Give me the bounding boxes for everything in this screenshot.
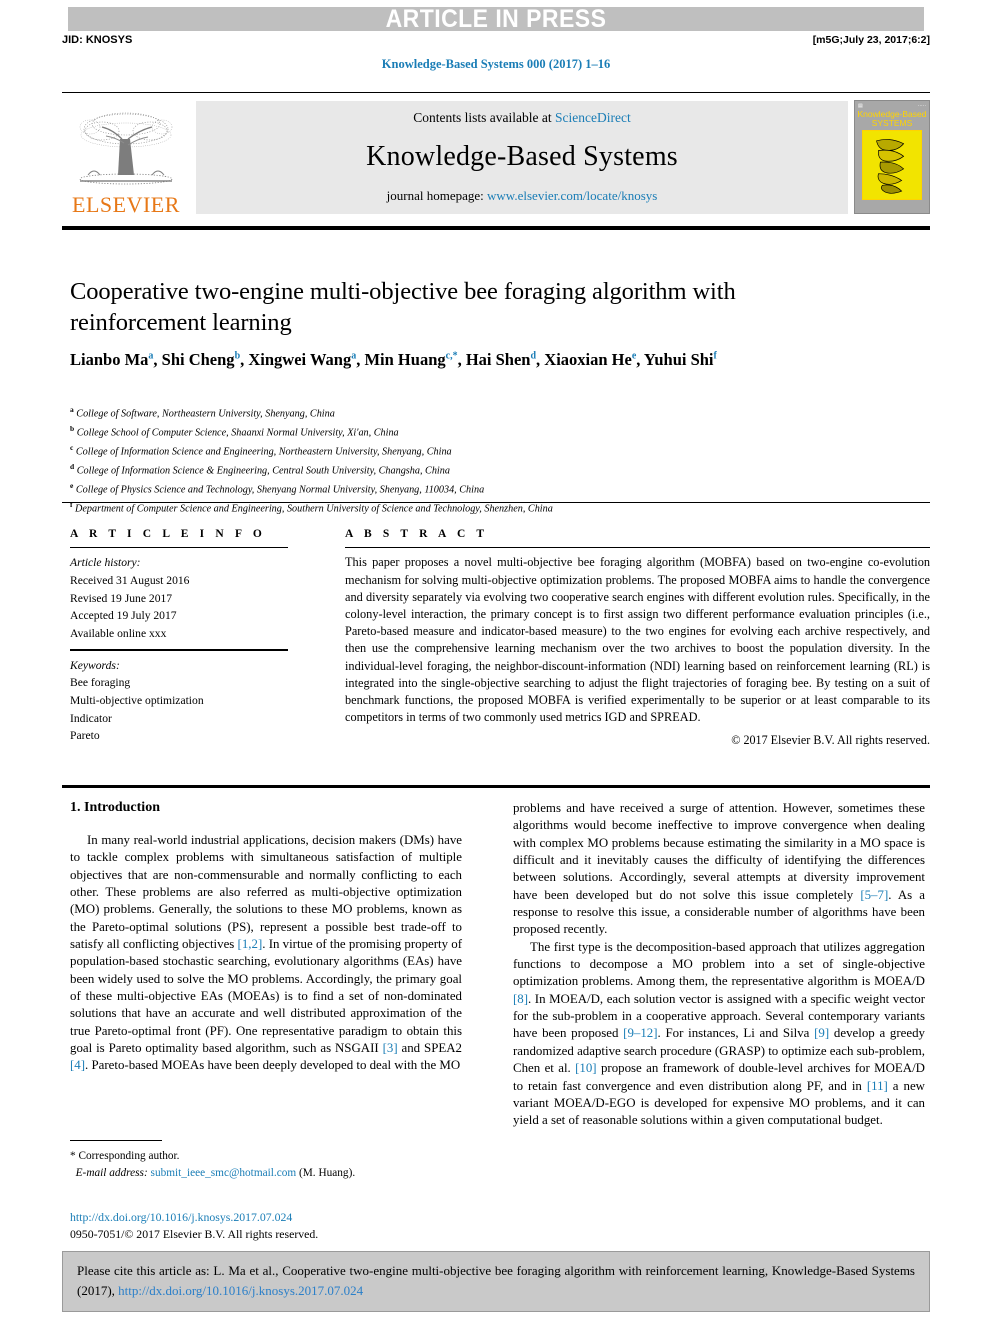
affiliation-mark: c bbox=[70, 442, 74, 452]
journal-title: Knowledge-Based Systems bbox=[366, 141, 678, 172]
abstract-text: This paper proposes a novel multi-object… bbox=[345, 555, 930, 725]
email-owner: (M. Huang). bbox=[299, 1167, 356, 1180]
journal-masthead: ELSEVIER Contents lists available at Sci… bbox=[62, 92, 930, 219]
elsevier-wordmark: ELSEVIER bbox=[72, 192, 180, 217]
article-doi[interactable]: http://dx.doi.org/10.1016/j.knosys.2017.… bbox=[70, 1209, 490, 1226]
keywords-rule bbox=[70, 649, 288, 651]
article-info-label: A R T I C L E I N F O bbox=[70, 528, 266, 540]
affiliation-mark: b bbox=[70, 423, 75, 433]
article-info-rule bbox=[70, 547, 288, 549]
abstract-bottom-rule bbox=[62, 785, 930, 788]
journal-reference-line: Knowledge-Based Systems 000 (2017) 1–16 bbox=[381, 57, 611, 71]
journal-cover-thumbnail: ▤ ····· Knowledge-Based SYSTEMS bbox=[854, 100, 930, 214]
keyword-item: Indicator bbox=[70, 711, 112, 725]
homepage-line: journal homepage: www.elsevier.com/locat… bbox=[387, 188, 658, 204]
abstract-label: A B S T R A C T bbox=[345, 528, 489, 540]
cover-artwork bbox=[862, 129, 922, 200]
email-link[interactable]: submit_ieee_smc@hotmail.com bbox=[151, 1167, 297, 1179]
elsevier-tree-icon bbox=[79, 112, 173, 185]
cite-doi-link[interactable]: http://dx.doi.org/10.1016/j.knosys.2017.… bbox=[118, 1283, 363, 1298]
affiliation-text: Department of Computer Science and Engin… bbox=[75, 502, 553, 514]
history-item: Revised 19 June 2017 bbox=[70, 591, 173, 605]
author-list: Lianbo Maa, Shi Chengb, Xingwei Wanga, M… bbox=[70, 350, 717, 369]
article-page: ARTICLE IN PRESS JID: KNOSYS [m5G;July 2… bbox=[0, 0, 992, 1323]
cover-title-line2: SYSTEMS bbox=[871, 117, 913, 128]
masthead-bottom-rule bbox=[62, 226, 930, 230]
homepage-prefix: journal homepage: bbox=[386, 188, 488, 203]
keyword-item: Bee foraging bbox=[70, 676, 131, 690]
history-item: Available online xxx bbox=[70, 626, 167, 640]
contents-prefix: Contents lists available at bbox=[413, 110, 555, 125]
email-note: E-mail address: submit_ieee_smc@hotmail.… bbox=[70, 1165, 462, 1182]
journal-homepage-link[interactable]: www.elsevier.com/locate/knosys bbox=[487, 188, 657, 203]
article-in-press-label: ARTICLE IN PRESS bbox=[385, 5, 607, 33]
keyword-item: Multi-objective optimization bbox=[70, 694, 204, 708]
journal-id: JID: KNOSYS bbox=[62, 34, 133, 46]
body-column-right: problems and have received a surge of at… bbox=[513, 800, 925, 1130]
page-title: Cooperative two-engine multi-objective b… bbox=[70, 278, 736, 336]
article-in-press-banner: ARTICLE IN PRESS bbox=[68, 5, 924, 33]
affiliation-item: a College of Software, Northeastern Univ… bbox=[70, 404, 890, 423]
email-label: E-mail address: bbox=[75, 1167, 148, 1180]
contents-line: Contents lists available at ScienceDirec… bbox=[413, 110, 630, 126]
affiliation-mark: e bbox=[70, 480, 74, 490]
typesetting-stamp: [m5G;July 23, 2017;6:2] bbox=[812, 34, 930, 46]
info-section-top-rule bbox=[62, 502, 930, 503]
history-item: Received 31 August 2016 bbox=[70, 574, 190, 587]
issn-copyright-line: 0950-7051/© 2017 Elsevier B.V. All right… bbox=[70, 1226, 319, 1241]
cover-journal-name: Knowledge-Based SYSTEMS bbox=[855, 110, 929, 128]
corresponding-author-note: * Corresponding author. bbox=[70, 1150, 180, 1163]
affiliation-item: c College of Information Science and Eng… bbox=[70, 442, 890, 461]
affiliation-mark: d bbox=[70, 461, 75, 471]
article-history-block: Article history: Received 31 August 2016… bbox=[70, 554, 288, 642]
section-heading-introduction: 1. Introduction bbox=[70, 800, 160, 815]
affiliation-mark: f bbox=[70, 499, 73, 509]
footnote-block: * Corresponding author. E-mail address: … bbox=[70, 1140, 462, 1182]
keywords-label: Keywords: bbox=[70, 658, 120, 672]
affiliation-mark: a bbox=[70, 405, 74, 414]
abstract-rule bbox=[345, 547, 930, 549]
keyword-item: Pareto bbox=[70, 729, 100, 743]
affiliation-text: College of Information Science and Engin… bbox=[75, 446, 452, 458]
cover-helix-icon bbox=[876, 138, 905, 194]
abstract-copyright: © 2017 Elsevier B.V. All rights reserved… bbox=[731, 733, 930, 748]
sciencedirect-link[interactable]: ScienceDirect bbox=[555, 110, 631, 125]
journal-id-row: JID: KNOSYS [m5G;July 23, 2017;6:2] bbox=[62, 34, 930, 46]
cover-header-strip: ▤ ····· bbox=[855, 101, 929, 109]
journal-banner: Contents lists available at ScienceDirec… bbox=[196, 101, 848, 214]
intro-paragraph-right-2: The first type is the decomposition-base… bbox=[513, 939, 926, 1128]
affiliation-text: College of Physics Science and Technolog… bbox=[75, 484, 485, 496]
keywords-block: Keywords: Bee foraging Multi-objective o… bbox=[70, 657, 288, 745]
intro-paragraph-right-1: problems and have received a surge of at… bbox=[513, 801, 925, 937]
footnote-rule bbox=[70, 1140, 162, 1142]
history-item: Accepted 19 July 2017 bbox=[70, 609, 177, 623]
article-info-column: A R T I C L E I N F O Article history: R… bbox=[70, 528, 288, 745]
affiliation-text: College of Information Science & Enginee… bbox=[76, 465, 450, 477]
body-column-left: 1. Introduction In many real-world indus… bbox=[70, 800, 462, 1075]
affiliation-list: a College of Software, Northeastern Univ… bbox=[70, 404, 890, 517]
affiliation-text: College School of Computer Science, Shaa… bbox=[76, 427, 399, 439]
abstract-column: A B S T R A C T This paper proposes a no… bbox=[345, 528, 930, 748]
elsevier-logo: ELSEVIER bbox=[62, 97, 190, 219]
cite-this-article-box: Please cite this article as: L. Ma et al… bbox=[62, 1251, 930, 1313]
affiliation-item: e College of Physics Science and Technol… bbox=[70, 480, 890, 499]
affiliation-item: b College School of Computer Science, Sh… bbox=[70, 423, 890, 442]
affiliation-text: College of Software, Northeastern Univer… bbox=[76, 408, 335, 420]
affiliation-item: d College of Information Science & Engin… bbox=[70, 461, 890, 480]
doi-block: http://dx.doi.org/10.1016/j.knosys.2017.… bbox=[70, 1209, 490, 1243]
intro-paragraph-left: In many real-world industrial applicatio… bbox=[70, 833, 463, 1073]
article-history-label: Article history: bbox=[70, 556, 141, 570]
